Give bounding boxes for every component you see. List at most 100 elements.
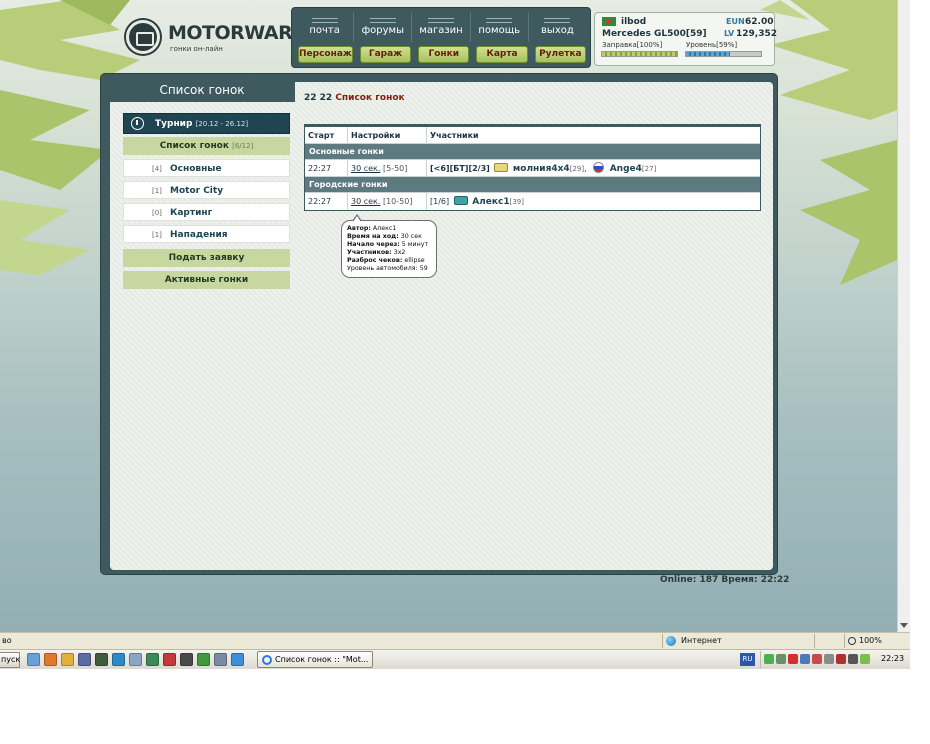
participant-name[interactable]: Алекс1 bbox=[472, 197, 509, 207]
character-button[interactable]: Персонаж bbox=[298, 46, 353, 63]
map-button[interactable]: Карта bbox=[476, 46, 528, 63]
sidebar-item-attacks[interactable]: [1] Нападения bbox=[123, 225, 290, 243]
apply-button[interactable]: Подать заявку bbox=[123, 249, 290, 267]
sidebar-item-main[interactable]: [4] Основные bbox=[123, 159, 290, 177]
language-indicator[interactable]: RU bbox=[740, 653, 755, 666]
site-logo[interactable]: MOTORWARS.RU гонки он-лайн bbox=[123, 18, 342, 58]
races-button[interactable]: Гонки bbox=[418, 46, 470, 63]
sidebar-item-karting[interactable]: [0] Картинг bbox=[123, 203, 290, 221]
quicklaunch-icon[interactable] bbox=[214, 653, 227, 666]
garage-button[interactable]: Гараж bbox=[359, 46, 412, 63]
protected-mode-indicator[interactable] bbox=[814, 634, 842, 648]
screen: MOTORWARS.RU гонки он-лайн почта форумы … bbox=[0, 0, 930, 744]
scroll-down-icon[interactable] bbox=[900, 623, 908, 628]
column-header-start: Старт bbox=[305, 127, 348, 143]
group-header: Городские гонки bbox=[305, 177, 760, 193]
fuel-progress-bar bbox=[601, 51, 678, 57]
user-name[interactable]: ilbod bbox=[621, 17, 646, 27]
tooltip-label: Начало через: bbox=[347, 241, 400, 248]
quicklaunch-icon[interactable] bbox=[197, 653, 210, 666]
tray-icon[interactable] bbox=[764, 654, 774, 664]
user-panel: ilbod Mercedes GL500[59] EUN 62.00 LV 12… bbox=[594, 12, 777, 66]
tooltip-label: Разброс чеков: bbox=[347, 257, 403, 264]
logo-tagline: гонки он-лайн bbox=[170, 45, 223, 53]
participant-separator: , bbox=[584, 164, 587, 173]
time-label: Время: bbox=[721, 575, 758, 585]
race-prefix: [<6][БТ][2/3] bbox=[430, 164, 490, 173]
tournament-item[interactable]: Турнир [20.12 - 26.12] bbox=[123, 113, 290, 134]
eun-label: EUN bbox=[726, 17, 745, 26]
tray-icon[interactable] bbox=[836, 654, 846, 664]
ie-icon[interactable] bbox=[231, 653, 244, 666]
tooltip-label: Участников: bbox=[347, 249, 392, 256]
quicklaunch-icon[interactable] bbox=[95, 653, 108, 666]
browser-status-bar: во Интернет 100% bbox=[0, 632, 910, 649]
sidebar-item-label: Нападения bbox=[170, 230, 228, 240]
taskbar: пуск Список гонок :: "Mot... RU 22:23 bbox=[0, 649, 910, 669]
quicklaunch-icon[interactable] bbox=[146, 653, 159, 666]
tray-icon[interactable] bbox=[776, 654, 786, 664]
status-text: во bbox=[2, 636, 12, 645]
antivirus-icon[interactable] bbox=[788, 654, 798, 664]
tray-icon[interactable] bbox=[812, 654, 822, 664]
quicklaunch-icon[interactable] bbox=[78, 653, 91, 666]
tooltip-line: Уровень автомобиля: 59 bbox=[347, 265, 431, 273]
firefox-icon[interactable] bbox=[44, 653, 57, 666]
user-flag-icon bbox=[602, 17, 616, 26]
logo-badge-icon bbox=[126, 20, 160, 54]
tooltip-line: Время на ход: 30 сек bbox=[347, 233, 431, 241]
link-logout[interactable]: выход bbox=[529, 12, 586, 42]
race-start-time: 22:27 bbox=[305, 193, 348, 210]
race-start-time: 22:27 bbox=[305, 160, 348, 176]
security-zone-label: Интернет bbox=[681, 636, 722, 645]
link-shop[interactable]: магазин bbox=[412, 12, 471, 42]
roulette-button[interactable]: Рулетка bbox=[534, 46, 586, 63]
zoom-control[interactable]: 100% bbox=[844, 634, 906, 648]
tray-icon[interactable] bbox=[800, 654, 810, 664]
level-progress-bar bbox=[685, 51, 762, 57]
quicklaunch-icon[interactable] bbox=[112, 653, 125, 666]
chrome-icon[interactable] bbox=[61, 653, 74, 666]
quicklaunch-icon[interactable] bbox=[27, 653, 40, 666]
browser-viewport: MOTORWARS.RU гонки он-лайн почта форумы … bbox=[0, 0, 897, 632]
taskbar-window-title: Список гонок :: "Mot... bbox=[275, 655, 369, 664]
time-value: 22:22 bbox=[760, 575, 790, 585]
participant-name[interactable]: молния4х4 bbox=[513, 164, 570, 174]
volume-icon[interactable] bbox=[848, 654, 858, 664]
fuel-label: Заправка[100%] bbox=[602, 41, 663, 49]
top-links: почта форумы магазин помощь выход bbox=[296, 12, 586, 42]
race-list-item[interactable]: Список гонок [6/12] bbox=[123, 137, 290, 155]
link-help[interactable]: помощь bbox=[471, 12, 529, 42]
sidebar-item-count: [4] bbox=[152, 165, 162, 173]
race-settings-link[interactable]: 30 сек. bbox=[351, 164, 380, 173]
active-races-button[interactable]: Активные гонки bbox=[123, 271, 290, 289]
quicklaunch-icon[interactable] bbox=[180, 653, 193, 666]
start-button[interactable]: пуск bbox=[0, 652, 20, 668]
race-participants: [1/6] Алекс1[39] bbox=[427, 193, 760, 210]
tray-icon[interactable] bbox=[824, 654, 834, 664]
globe-icon bbox=[666, 636, 676, 646]
sidebar-item-label: Основные bbox=[170, 164, 222, 174]
race-settings-range: [10-50] bbox=[382, 197, 413, 206]
taskbar-window-button[interactable]: Список гонок :: "Mot... bbox=[257, 651, 373, 668]
user-car[interactable]: Mercedes GL500[59] bbox=[602, 29, 707, 39]
sidebar-item-motor-city[interactable]: [1] Motor City bbox=[123, 181, 290, 199]
race-tooltip: Автор: Алекс1 Время на ход: 30 сек Начал… bbox=[341, 214, 437, 278]
link-mail[interactable]: почта bbox=[296, 12, 355, 42]
online-label: Online: bbox=[660, 575, 697, 585]
sidebar-item-label: Картинг bbox=[170, 208, 213, 218]
tooltip-value: 30 сек bbox=[400, 233, 422, 240]
participant-name[interactable]: Ange4 bbox=[610, 164, 642, 174]
sidebar-title: Список гонок bbox=[159, 83, 245, 97]
race-settings-link[interactable]: 30 сек. bbox=[351, 197, 380, 206]
race-list-label: Список гонок bbox=[159, 141, 229, 151]
quicklaunch-icon[interactable] bbox=[129, 653, 142, 666]
vertical-scrollbar[interactable] bbox=[897, 0, 910, 632]
race-settings: 30 сек. [10-50] bbox=[348, 193, 427, 210]
sidebar-item-count: [1] bbox=[152, 187, 162, 195]
russia-flag-icon bbox=[593, 162, 605, 173]
network-icon[interactable] bbox=[860, 654, 870, 664]
opera-icon[interactable] bbox=[163, 653, 176, 666]
link-forums[interactable]: форумы bbox=[354, 12, 413, 42]
tooltip-value: Алекс1 bbox=[372, 225, 397, 232]
